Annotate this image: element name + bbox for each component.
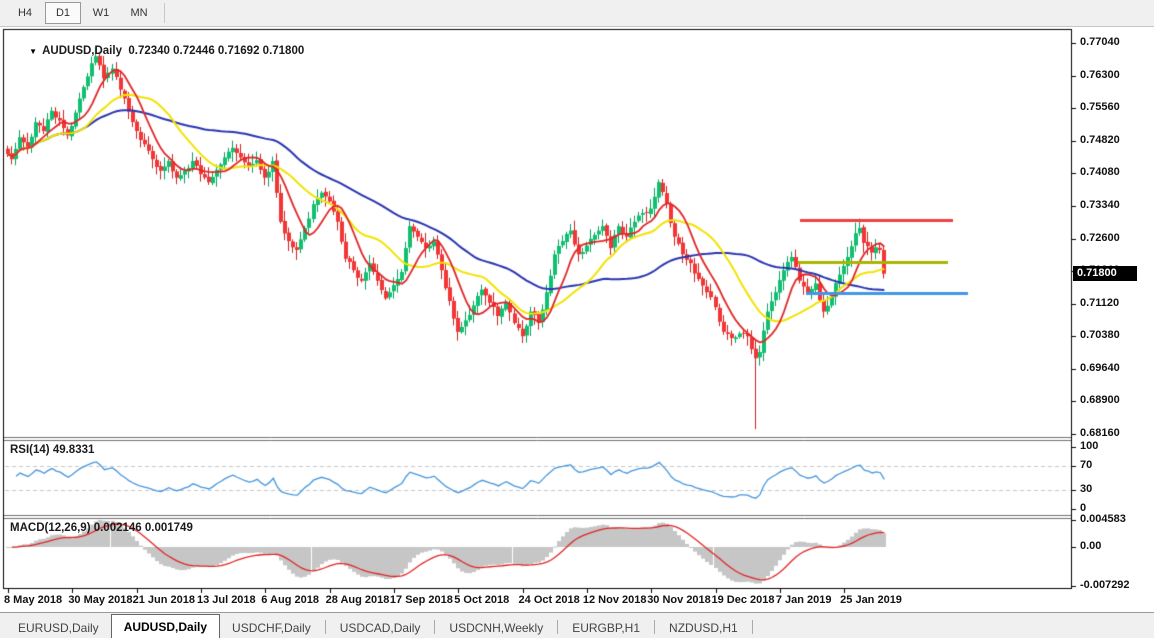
- date-label: 7 Jan 2019: [776, 594, 832, 606]
- timeframe-button-mn[interactable]: MN: [121, 2, 157, 24]
- timeframe-button-w1[interactable]: W1: [83, 2, 119, 24]
- chart-title: ▼ AUDUSD,Daily 0.72340 0.72446 0.71692 0.…: [10, 33, 304, 69]
- timeframe-button-d1[interactable]: D1: [45, 2, 81, 24]
- symbol-label: AUDUSD,Daily: [42, 45, 122, 57]
- chart-tabbar: EURUSD,DailyAUDUSD,DailyUSDCHF,DailyUSDC…: [0, 612, 1154, 638]
- date-label: 21 Jun 2018: [133, 594, 195, 606]
- date-label: 25 Jan 2019: [840, 594, 902, 606]
- date-label: 12 Nov 2018: [583, 594, 647, 606]
- timeframe-toolbar: H4D1W1MN: [0, 0, 1154, 27]
- symbol-dropdown-icon[interactable]: ▼: [29, 47, 37, 56]
- ohlc-values: 0.72340 0.72446 0.71692 0.71800: [128, 45, 304, 57]
- date-label: 30 Nov 2018: [647, 594, 711, 606]
- tab-eurgbp[interactable]: EURGBP,H1: [560, 617, 652, 638]
- macd-axis-label: 0.004583: [1080, 513, 1126, 525]
- date-label: 8 May 2018: [4, 594, 62, 606]
- date-label: 13 Jul 2018: [197, 594, 256, 606]
- rsi-axis-label: 70: [1080, 459, 1092, 471]
- tab-separator: [752, 620, 753, 634]
- tab-nzdusd[interactable]: NZDUSD,H1: [657, 617, 750, 638]
- price-axis-label: 0.77040: [1080, 36, 1120, 48]
- tab-audusd[interactable]: AUDUSD,Daily: [111, 614, 220, 638]
- rsi-axis-label: 100: [1080, 440, 1098, 452]
- current-price-tag: 0.71800: [1073, 266, 1137, 281]
- price-axis-label: 0.69640: [1080, 362, 1120, 374]
- tab-separator: [325, 620, 326, 634]
- tab-separator: [557, 620, 558, 634]
- tab-separator: [654, 620, 655, 634]
- chart-stage: ▼ AUDUSD,Daily 0.72340 0.72446 0.71692 0.…: [0, 28, 1154, 619]
- date-label: 24 Oct 2018: [519, 594, 580, 606]
- tab-usdcad[interactable]: USDCAD,Daily: [328, 617, 433, 638]
- date-label: 17 Sep 2018: [390, 594, 453, 606]
- date-label: 28 Aug 2018: [326, 594, 390, 606]
- tab-usdchf[interactable]: USDCHF,Daily: [220, 617, 323, 638]
- rsi-label: RSI(14) 49.8331: [10, 444, 94, 456]
- price-axis-label: 0.76300: [1080, 69, 1120, 81]
- macd-label: MACD(12,26,9) 0.002146 0.001749: [10, 522, 193, 534]
- date-label: 19 Dec 2018: [712, 594, 775, 606]
- price-axis-label: 0.73340: [1080, 199, 1120, 211]
- tab-eurusd[interactable]: EURUSD,Daily: [6, 617, 111, 638]
- date-label: 6 Aug 2018: [261, 594, 319, 606]
- rsi-axis-label: 0: [1080, 502, 1086, 514]
- tab-separator: [434, 620, 435, 634]
- date-label: 5 Oct 2018: [454, 594, 509, 606]
- price-axis-label: 0.71120: [1080, 297, 1119, 309]
- price-axis-label: 0.72600: [1080, 232, 1120, 244]
- price-axis-label: 0.68900: [1080, 394, 1120, 406]
- mt4-window: H4D1W1MN ▼ AUDUSD,Daily 0.72340 0.72446 0…: [0, 0, 1154, 638]
- price-axis-label: 0.75560: [1080, 101, 1120, 113]
- toolbar-separator: [164, 3, 165, 23]
- price-axis-label: 0.70380: [1080, 329, 1120, 341]
- macd-axis-label: 0.00: [1080, 540, 1101, 552]
- price-axis-label: 0.74820: [1080, 134, 1120, 146]
- macd-axis-label: -0.007292: [1080, 579, 1130, 591]
- timeframe-button-h4[interactable]: H4: [7, 2, 43, 24]
- price-axis-label: 0.68160: [1080, 427, 1120, 439]
- date-label: 30 May 2018: [68, 594, 132, 606]
- rsi-axis-label: 30: [1080, 483, 1092, 495]
- price-axis-label: 0.74080: [1080, 166, 1120, 178]
- tab-usdcnh[interactable]: USDCNH,Weekly: [437, 617, 555, 638]
